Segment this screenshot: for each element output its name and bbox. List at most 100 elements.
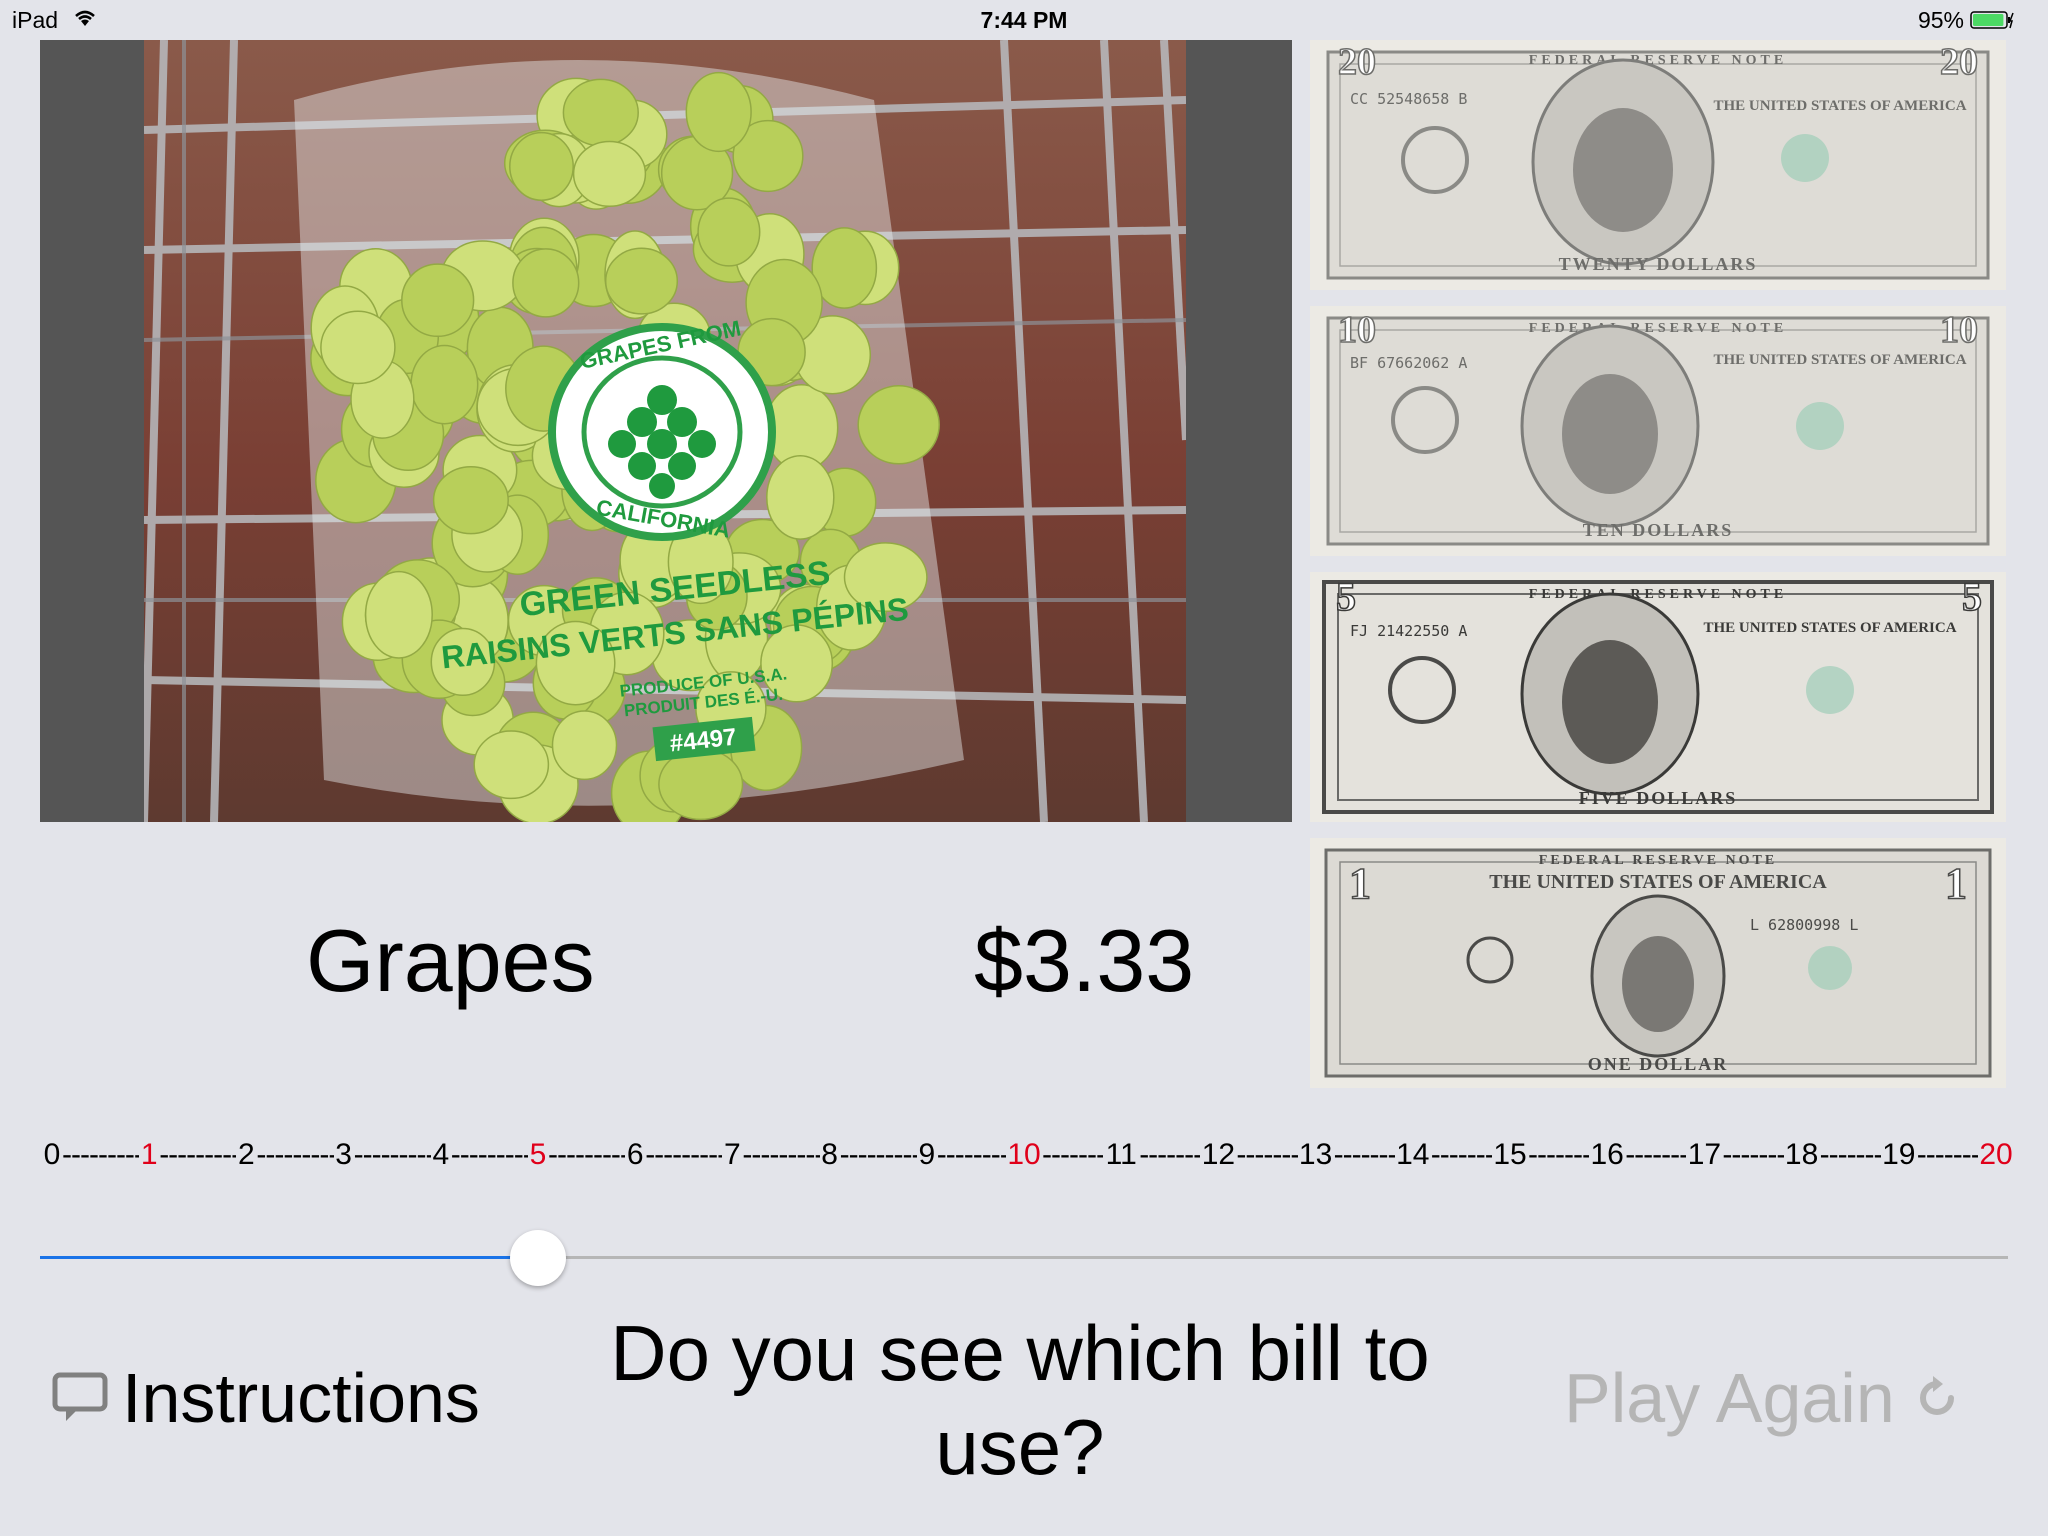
item-price: $3.33: [974, 911, 1195, 1010]
number-dash: ------------: [1916, 1138, 1978, 1171]
slider-fill: [40, 1256, 538, 1259]
number-label: 18: [1784, 1138, 1819, 1171]
bill-10[interactable]: 10 10 FEDERAL RESERVE NOTE THE UNITED ST…: [1310, 306, 2006, 556]
battery-percent: 95%: [1917, 7, 1964, 33]
bill-nation: THE UNITED STATES OF AMERICA: [1703, 620, 1956, 636]
number-label: 6: [626, 1138, 644, 1171]
number-dash: ------------: [1236, 1138, 1297, 1171]
replay-icon: [1919, 1376, 1954, 1415]
grape: [658, 748, 744, 821]
grape: [572, 140, 647, 208]
grape: [857, 385, 940, 465]
bill-nation: THE UNITED STATES OF AMERICA: [1489, 871, 1827, 893]
number-label: 12: [1201, 1138, 1236, 1171]
grape: [473, 730, 550, 800]
instructions-button[interactable]: Instructions: [52, 1358, 480, 1438]
number-dash: ------------: [839, 1138, 917, 1171]
number-label: 7: [724, 1138, 741, 1171]
number-dash: ------------: [1333, 1138, 1395, 1171]
bill-nation: THE UNITED STATES OF AMERICA: [1713, 352, 1966, 368]
number-label: 13: [1298, 1138, 1333, 1171]
bill-header: FEDERAL RESERVE NOTE: [1539, 853, 1777, 868]
number-dash: ------------: [548, 1138, 625, 1171]
status-bar: iPad 7:44 PM 95%: [0, 0, 2048, 40]
number-dash: ------------: [1819, 1138, 1881, 1171]
bill-5[interactable]: 5 5 FEDERAL RESERVE NOTE THE UNITED STAT…: [1310, 572, 2006, 822]
number-dash: ------------: [645, 1138, 722, 1171]
play-again-label: Play Again: [1564, 1359, 1895, 1437]
bill-bottom-text: ONE DOLLAR: [1588, 1054, 1729, 1074]
number-dash: ------------: [1625, 1138, 1686, 1171]
number-label: 19: [1882, 1138, 1916, 1171]
bill-1[interactable]: 1 1 FEDERAL RESERVE NOTE THE UNITED STAT…: [1310, 838, 2006, 1088]
bill-nation: THE UNITED STATES OF AMERICA: [1713, 98, 1966, 114]
question-prompt: Do you see which bill to use?: [610, 1309, 1430, 1491]
number-dash: ------------: [1042, 1138, 1103, 1171]
number-dash: ------------: [353, 1138, 431, 1171]
bill-bottom-text: TEN DOLLARS: [1583, 520, 1734, 540]
bill-bottom-text: FIVE DOLLARS: [1579, 788, 1738, 808]
number-dash: ------------: [1139, 1138, 1200, 1171]
number-dash: ------------: [62, 1138, 139, 1171]
grapes-image: GRAPES FROM CALIFORNIA GREEN SEEDLESS RA…: [144, 40, 1186, 822]
number-dash: ------------: [159, 1138, 236, 1171]
bill-denom-tl: 1: [1349, 859, 1371, 908]
bill-header: FEDERAL RESERVE NOTE: [1529, 587, 1787, 602]
number-label: 16: [1590, 1138, 1624, 1171]
bill-bottom-text: TWENTY DOLLARS: [1559, 254, 1758, 274]
grape: [401, 263, 475, 338]
grape: [562, 78, 639, 147]
number-label: 8: [821, 1138, 838, 1171]
instructions-label: Instructions: [122, 1359, 480, 1437]
grape: [410, 344, 479, 425]
bill-serial: L 62800998 L: [1750, 916, 1858, 934]
bill-denom-tr: 5: [1962, 574, 1982, 619]
number-dash: ------------: [936, 1138, 1006, 1171]
bill-serial: FJ 21422550 A: [1350, 622, 1467, 640]
product-photo: GRAPES FROM CALIFORNIA GREEN SEEDLESS RA…: [144, 40, 1186, 822]
bill-denom-tl: 10: [1338, 309, 1376, 351]
number-label: 3: [335, 1138, 352, 1171]
grape: [551, 710, 618, 781]
money-slider[interactable]: [40, 1228, 2008, 1288]
bill-denom-tr: 10: [1940, 309, 1978, 351]
number-label: 4: [432, 1138, 450, 1171]
grape: [685, 71, 752, 153]
slider-thumb[interactable]: [510, 1230, 566, 1286]
number-label: 17: [1687, 1138, 1722, 1171]
grape: [320, 310, 396, 385]
number-label: 10: [1007, 1138, 1041, 1171]
number-label: 0: [43, 1138, 61, 1171]
grape: [509, 131, 574, 201]
number-dash: ------------: [450, 1138, 528, 1171]
grape: [766, 454, 835, 540]
bill-denom-tr: 1: [1945, 859, 1967, 908]
grape: [432, 466, 509, 535]
number-label: 20: [1979, 1138, 2013, 1171]
grape: [364, 570, 433, 659]
number-dash: ------------: [1430, 1138, 1492, 1171]
number-dash: ------------: [256, 1138, 333, 1171]
grape: [512, 248, 580, 318]
bill-20[interactable]: 20 20 FEDERAL RESERVE NOTE THE UNITED ST…: [1310, 40, 2006, 290]
number-dash: ------------: [1722, 1138, 1783, 1171]
number-label: 14: [1396, 1138, 1430, 1171]
bill-serial: BF 67662062 A: [1350, 354, 1467, 372]
clock: 7:44 PM: [980, 7, 1068, 33]
number-dash: ------------: [1528, 1138, 1589, 1171]
bill-header: FEDERAL RESERVE NOTE: [1529, 53, 1787, 68]
play-again-button[interactable]: Play Again: [1564, 1358, 1961, 1438]
number-line: 0------------1------------2------------3…: [40, 1138, 2013, 1178]
number-label: 15: [1493, 1138, 1527, 1171]
battery-charging-icon: [1970, 11, 2014, 29]
grape: [697, 197, 761, 267]
bill-denom-tl: 5: [1336, 574, 1356, 619]
item-name: Grapes: [306, 911, 595, 1010]
grape: [604, 247, 679, 315]
number-label: 9: [918, 1138, 936, 1171]
bill-denom-tr: 20: [1940, 41, 1978, 83]
number-label: 11: [1105, 1138, 1137, 1171]
product-photo-frame: GRAPES FROM CALIFORNIA GREEN SEEDLESS RA…: [40, 40, 1292, 822]
bill-header: FEDERAL RESERVE NOTE: [1529, 321, 1787, 336]
number-dash: ------------: [742, 1138, 819, 1171]
